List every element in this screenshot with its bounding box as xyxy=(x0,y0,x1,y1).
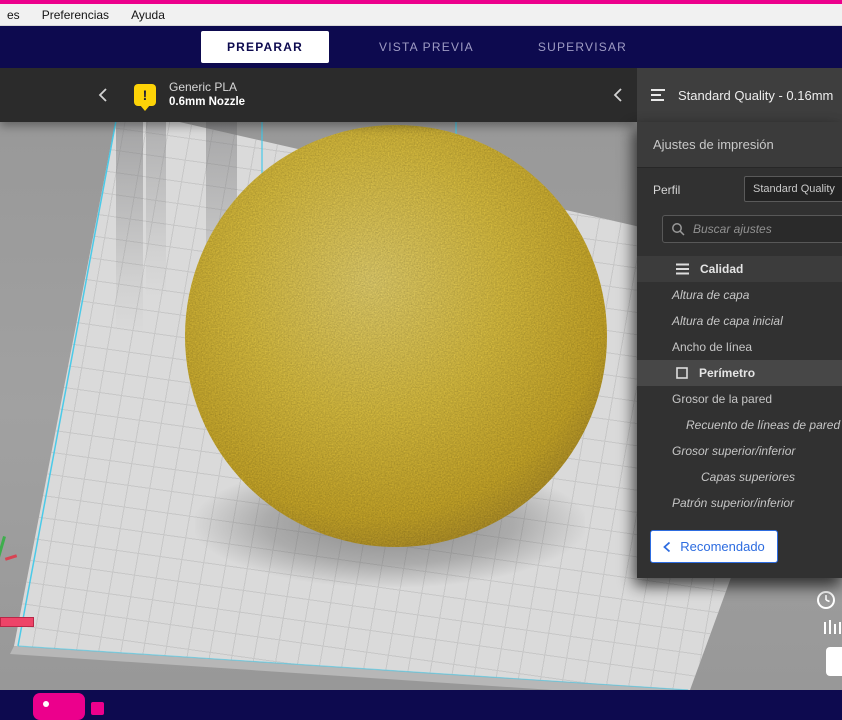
stage-toolbar: ! Generic PLA 0.6mm Nozzle xyxy=(0,68,637,122)
profile-label: Perfil xyxy=(653,183,681,197)
menubar: es Preferencias Ayuda xyxy=(0,4,842,26)
ultimaker-logo-mark xyxy=(91,702,104,715)
setting-layer-height[interactable]: Altura de capa xyxy=(637,282,842,308)
menu-item-preferences[interactable]: Preferencias xyxy=(39,7,112,23)
material-warning-icon: ! xyxy=(134,84,156,111)
action-panel-button-fragment[interactable] xyxy=(826,647,842,676)
sphere-model[interactable] xyxy=(181,121,611,551)
category-label: Perímetro xyxy=(699,366,756,380)
settings-search xyxy=(662,215,842,243)
nozzle-size: 0.6mm Nozzle xyxy=(169,96,246,108)
category-label: Calidad xyxy=(700,262,744,276)
menu-item-help[interactable]: Ayuda xyxy=(128,7,168,23)
print-settings-panel: Ajustes de impresión Perfil Standard Qua… xyxy=(637,122,842,578)
setting-wall-line-count[interactable]: Recuento de líneas de pared xyxy=(637,412,842,438)
quality-icon xyxy=(675,262,690,276)
material-selector[interactable]: ! Generic PLA 0.6mm Nozzle xyxy=(134,80,246,111)
collapse-printer-chevron-icon[interactable] xyxy=(92,84,114,106)
shell-icon xyxy=(675,366,689,380)
collapse-material-chevron-icon[interactable] xyxy=(607,84,629,106)
material-estimate-icon xyxy=(824,620,841,634)
search-icon xyxy=(672,223,685,236)
app-header: PREPARAR VISTA PREVIA SUPERVISAR xyxy=(0,26,842,68)
category-quality[interactable]: Calidad xyxy=(637,256,842,282)
recommended-button[interactable]: Recomendado xyxy=(650,530,778,563)
axis-handle-fragment xyxy=(0,617,34,627)
print-time-clock-icon xyxy=(817,591,835,609)
warning-mark: ! xyxy=(142,87,148,103)
search-input[interactable] xyxy=(691,221,842,237)
recommended-label: Recomendado xyxy=(680,539,765,554)
bottom-bar xyxy=(0,690,842,720)
profile-dropdown[interactable]: Standard Quality xyxy=(744,176,842,202)
print-settings-icon xyxy=(651,89,665,101)
setting-initial-layer-height[interactable]: Altura de capa inicial xyxy=(637,308,842,334)
tab-preview[interactable]: VISTA PREVIA xyxy=(365,32,488,62)
settings-rows: Calidad Altura de capa Altura de capa in… xyxy=(637,256,842,516)
tab-prepare[interactable]: PREPARAR xyxy=(200,31,330,63)
print-settings-title: Standard Quality - 0.16mm xyxy=(678,87,834,103)
print-settings-header[interactable]: Standard Quality - 0.16mm xyxy=(637,68,842,122)
setting-line-width[interactable]: Ancho de línea xyxy=(637,334,842,360)
setting-wall-thickness[interactable]: Grosor de la pared xyxy=(637,386,842,412)
panel-section-title: Ajustes de impresión xyxy=(637,122,842,168)
chevron-left-icon xyxy=(663,541,671,552)
material-name: Generic PLA xyxy=(169,80,238,94)
category-shell[interactable]: Perímetro xyxy=(637,360,842,386)
menu-item-extensions[interactable]: es xyxy=(4,7,23,23)
tab-monitor[interactable]: SUPERVISAR xyxy=(524,32,641,62)
ultimaker-logo xyxy=(33,693,85,720)
setting-top-layers[interactable]: Capas superiores xyxy=(637,464,842,490)
setting-top-bottom-pattern[interactable]: Patrón superior/inferior xyxy=(637,490,842,516)
setting-top-bottom-thickness[interactable]: Grosor superior/inferior xyxy=(637,438,842,464)
